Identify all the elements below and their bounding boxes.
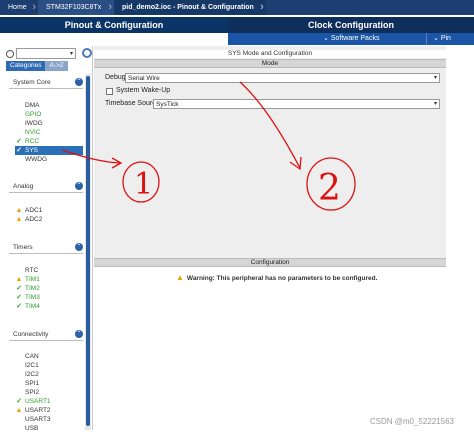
sidebar-item-iwdg[interactable]: IWDG [15, 119, 83, 128]
group-system-core[interactable]: System Core ⌃ [9, 76, 83, 89]
search-icon[interactable] [6, 50, 14, 58]
sidebar-item-gpio[interactable]: GPIO [15, 110, 83, 119]
sidebar-item-tim3[interactable]: ✓ TIM3 [15, 293, 83, 302]
tab-clock-configuration[interactable]: Clock Configuration [228, 17, 474, 33]
right-gutter [446, 46, 474, 430]
sidebar-item-i2c2[interactable]: I2C2 [15, 370, 83, 379]
check-icon: ✓ [16, 294, 22, 301]
chevron-down-icon: ▾ [433, 75, 437, 81]
tab-categories[interactable]: Categories [6, 61, 46, 71]
warning-icon: ▲ [15, 216, 23, 223]
check-icon: ✓ [16, 285, 22, 292]
chevron-down-icon: ⌄ [323, 35, 331, 42]
warning-icon: ▲ [15, 407, 23, 414]
breadcrumb-file[interactable]: pid_demo2.ioc - Pinout & Configuration › [114, 0, 266, 15]
sidebar-item-adc2[interactable]: ▲ ADC2 [15, 215, 83, 224]
group-label: Timers [13, 244, 33, 251]
debug-label: Debug [105, 74, 126, 81]
sidebar-item-rtc[interactable]: RTC [15, 266, 83, 275]
check-icon: ✓ [16, 147, 22, 154]
gear-icon[interactable] [82, 48, 92, 58]
group-label: Analog [13, 183, 34, 190]
group-timers[interactable]: Timers ⌃ [9, 241, 83, 254]
group-label: System Core [13, 79, 51, 86]
mode-header: Mode [94, 59, 446, 68]
category-panel: ▾ Categories A->Z System Core ⌃ DMA GPIO… [3, 46, 93, 433]
timebase-label: Timebase Source [105, 100, 160, 107]
check-icon: ✓ [16, 303, 22, 310]
breadcrumb-device[interactable]: STM32F103C8Tx › [38, 0, 114, 15]
scrollbar-thumb[interactable] [86, 76, 90, 426]
group-label: Connectivity [13, 331, 49, 338]
timebase-select-value: SysTick [156, 101, 179, 108]
sidebar-item-spi2[interactable]: SPI2 [15, 388, 83, 397]
configuration-body: ▲ Warning: This peripheral has no paramet… [94, 267, 446, 430]
chevron-down-icon: ▾ [433, 101, 437, 107]
warning-icon: ▲ [15, 276, 23, 283]
tab-a-to-z[interactable]: A->Z [45, 61, 68, 71]
watermark: CSDN @m0_52221563 [369, 417, 454, 426]
breadcrumb-home[interactable]: Home › [0, 0, 38, 15]
warning-icon: ▲ [176, 273, 184, 282]
sidebar-item-wwdg[interactable]: WWDG [15, 155, 83, 164]
debug-select-value: Serial Wire [128, 75, 160, 82]
warning-icon: ▲ [15, 207, 23, 214]
sidebar-item-i2c1[interactable]: I2C1 [15, 361, 83, 370]
sidebar-item-tim1[interactable]: ▲ TIM1 [15, 275, 83, 284]
sidebar-item-usart2[interactable]: ▲ USART2 [15, 406, 83, 415]
collapse-icon[interactable]: ⌃ [75, 243, 83, 251]
sidebar-item-usb[interactable]: USB [15, 424, 83, 433]
chevron-down-icon: ▾ [69, 51, 73, 57]
warning-message: ▲ Warning: This peripheral has no paramet… [176, 273, 378, 282]
panel-title: SYS Mode and Configuration [94, 50, 446, 58]
sub-toolbar: ⌄ Software Packs ⌄ Pin [0, 33, 474, 45]
breadcrumb: Home › STM32F103C8Tx › pid_demo2.ioc - Pin… [0, 0, 474, 15]
sidebar-item-rcc[interactable]: ✓ RCC [15, 137, 83, 146]
tab-pinout-configuration[interactable]: Pinout & Configuration [0, 17, 228, 33]
sidebar-item-dma[interactable]: DMA [15, 101, 83, 110]
sidebar-item-can[interactable]: CAN [15, 352, 83, 361]
software-packs-menu[interactable]: ⌄ Software Packs [323, 33, 379, 45]
chevron-down-icon: ⌄ [433, 35, 441, 42]
timebase-select[interactable]: SysTick ▾ [153, 99, 440, 109]
configuration-header: Configuration [94, 258, 446, 267]
sys-configuration-panel: SYS Mode and Configuration Mode Debug Se… [94, 46, 446, 430]
pinout-menu[interactable]: ⌄ Pin [426, 33, 451, 45]
system-wakeup-label: System Wake-Up [116, 87, 171, 94]
check-icon: ✓ [16, 398, 22, 405]
sidebar-item-sys[interactable]: ✓ SYS [15, 146, 83, 155]
sidebar-item-tim4[interactable]: ✓ TIM4 [15, 302, 83, 311]
search-input[interactable]: ▾ [16, 48, 76, 59]
sidebar-item-adc1[interactable]: ▲ ADC1 [15, 206, 83, 215]
system-wakeup-checkbox[interactable] [106, 88, 113, 95]
sidebar-item-tim2[interactable]: ✓ TIM2 [15, 284, 83, 293]
sidebar-item-usart3[interactable]: USART3 [15, 415, 83, 424]
group-connectivity[interactable]: Connectivity ⌃ [9, 328, 83, 341]
collapse-icon[interactable]: ⌃ [75, 330, 83, 338]
sidebar-item-usart1[interactable]: ✓ USART1 [15, 397, 83, 406]
collapse-icon[interactable]: ⌃ [75, 78, 83, 86]
check-icon: ✓ [16, 138, 22, 145]
sidebar-item-nvic[interactable]: NVIC [15, 128, 83, 137]
group-analog[interactable]: Analog ⌃ [9, 180, 83, 193]
collapse-icon[interactable]: ⌃ [75, 182, 83, 190]
category-scrollbar[interactable] [85, 74, 91, 430]
sidebar-item-spi1[interactable]: SPI1 [15, 379, 83, 388]
debug-select[interactable]: Serial Wire ▾ [125, 73, 440, 83]
